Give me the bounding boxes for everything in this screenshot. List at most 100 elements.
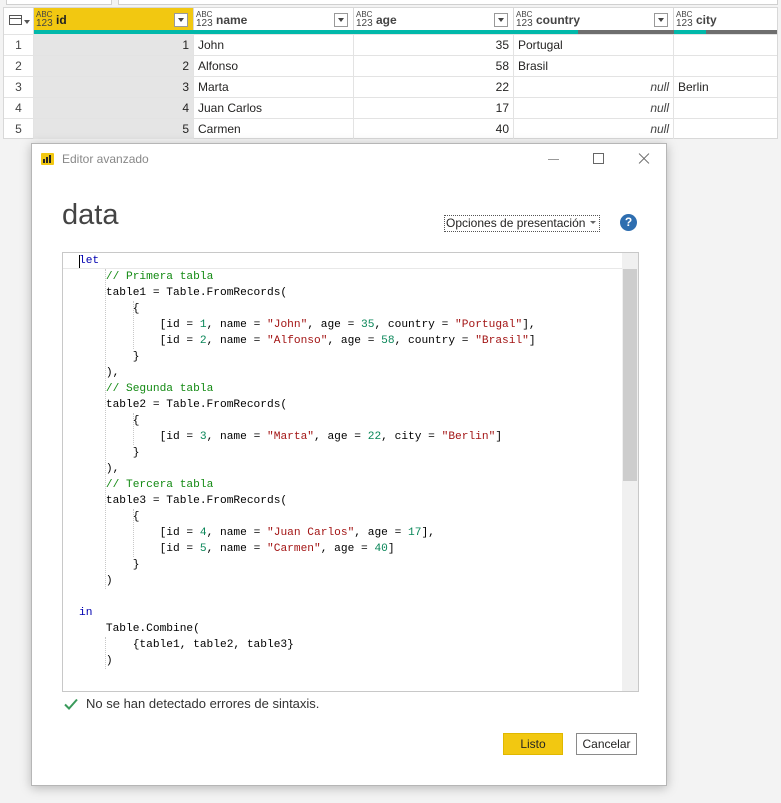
any-type-icon[interactable]: ABC 123 <box>676 11 694 29</box>
dialog-title: Editor avanzado <box>62 152 149 166</box>
code-line: } <box>79 447 140 459</box>
code-line: ) <box>79 575 113 587</box>
column-header-age[interactable]: ABC 123 age <box>354 8 514 34</box>
any-type-icon[interactable]: ABC 123 <box>356 11 374 29</box>
code-line: // Segunda tabla <box>105 383 214 395</box>
column-header-label: name <box>216 13 248 27</box>
table-icon <box>9 15 22 25</box>
any-type-icon[interactable]: ABC 123 <box>516 11 534 29</box>
code-editor[interactable]: let // Primera tabla table1 = Table.From… <box>62 252 639 692</box>
done-button[interactable]: Listo <box>503 733 563 755</box>
cell-country[interactable]: null <box>514 98 674 118</box>
row-number: 2 <box>4 56 34 76</box>
column-filter-button[interactable] <box>654 13 668 27</box>
cell-city[interactable]: Berlin <box>674 77 777 97</box>
code-line: } <box>79 559 140 571</box>
row-number: 5 <box>4 119 34 139</box>
column-header-label: age <box>376 13 397 27</box>
cell-city[interactable] <box>674 56 777 76</box>
column-header-city[interactable]: ABC 123 city <box>674 8 777 34</box>
scrollbar-thumb[interactable] <box>623 269 637 481</box>
minimize-button[interactable] <box>544 150 564 168</box>
column-header-label: city <box>696 13 717 27</box>
power-bi-logo-icon <box>41 153 54 165</box>
column-header-country[interactable]: ABC 123 country <box>514 8 674 34</box>
row-number: 4 <box>4 98 34 118</box>
maximize-button[interactable] <box>588 150 608 168</box>
cell-id[interactable]: 2 <box>34 56 194 76</box>
vertical-scrollbar[interactable] <box>622 253 638 691</box>
cell-country[interactable]: Brasil <box>514 56 674 76</box>
row-number: 1 <box>4 35 34 55</box>
cell-id[interactable]: 1 <box>34 35 194 55</box>
code-line: {table1, table2, table3} <box>79 639 294 651</box>
cell-name[interactable]: Juan Carlos <box>194 98 354 118</box>
check-icon <box>64 698 78 710</box>
cell-country[interactable]: null <box>514 77 674 97</box>
cell-name[interactable]: Marta <box>194 77 354 97</box>
help-icon[interactable]: ? <box>620 214 637 231</box>
code-line: table1 = Table.FromRecords( <box>79 287 288 299</box>
code-line: [id = 4, name = "Juan Carlos", age = 17]… <box>79 527 435 539</box>
display-options-label: Opciones de presentación <box>446 216 586 230</box>
any-type-icon[interactable]: ABC 123 <box>196 11 214 29</box>
cell-age[interactable]: 22 <box>354 77 514 97</box>
dialog-titlebar[interactable]: Editor avanzado <box>32 144 666 174</box>
code-line: ), <box>79 463 120 475</box>
code-line: Table.Combine( <box>79 623 200 635</box>
cell-country[interactable]: Portugal <box>514 35 674 55</box>
column-filter-button[interactable] <box>174 13 188 27</box>
close-button[interactable] <box>634 150 654 168</box>
cell-age[interactable]: 35 <box>354 35 514 55</box>
code-line: table2 = Table.FromRecords( <box>79 399 288 411</box>
query-name-box[interactable] <box>6 0 112 5</box>
code-line: // Tercera tabla <box>105 479 214 491</box>
current-line-highlight <box>63 253 622 269</box>
code-line: let <box>79 255 100 267</box>
status-text: No se han detectado errores de sintaxis. <box>86 696 320 711</box>
display-options-dropdown[interactable]: Opciones de presentación <box>444 215 601 232</box>
code-line: ) <box>79 655 113 667</box>
chevron-down-icon <box>590 221 597 224</box>
table-row[interactable]: 1 1 John 35 Portugal <box>4 34 777 55</box>
column-filter-button[interactable] <box>494 13 508 27</box>
code-line: [id = 5, name = "Carmen", age = 40] <box>79 543 395 555</box>
column-header-label: id <box>56 13 67 27</box>
cell-age[interactable]: 58 <box>354 56 514 76</box>
formula-bar[interactable] <box>118 0 778 5</box>
table-row[interactable]: 5 5 Carmen 40 null <box>4 118 777 139</box>
any-type-icon[interactable]: ABC 123 <box>36 11 54 29</box>
cell-city[interactable] <box>674 35 777 55</box>
cell-city[interactable] <box>674 119 777 139</box>
chevron-down-icon <box>24 20 30 24</box>
code-area[interactable]: let // Primera tabla table1 = Table.From… <box>63 253 622 691</box>
code-line: { <box>79 511 140 523</box>
code-line: { <box>79 303 140 315</box>
table-row[interactable]: 2 2 Alfonso 58 Brasil <box>4 55 777 76</box>
code-line: [id = 3, name = "Marta", age = 22, city … <box>79 431 503 443</box>
code-line: // Primera tabla <box>105 271 214 283</box>
cell-age[interactable]: 17 <box>354 98 514 118</box>
cancel-button[interactable]: Cancelar <box>576 733 637 755</box>
cell-name[interactable]: Carmen <box>194 119 354 139</box>
table-row[interactable]: 3 3 Marta 22 null Berlin <box>4 76 777 97</box>
cell-id[interactable]: 4 <box>34 98 194 118</box>
advanced-editor-dialog: Editor avanzado data Opciones de present… <box>31 143 667 786</box>
row-number: 3 <box>4 77 34 97</box>
cell-name[interactable]: John <box>194 35 354 55</box>
table-row[interactable]: 4 4 Juan Carlos 17 null <box>4 97 777 118</box>
code-line: ), <box>79 367 120 379</box>
code-line: in <box>79 607 93 619</box>
cell-name[interactable]: Alfonso <box>194 56 354 76</box>
data-preview-grid: ABC 123 id ABC 123 name ABC 123 age ABC 123 … <box>3 7 778 139</box>
cell-id[interactable]: 5 <box>34 119 194 139</box>
cell-country[interactable]: null <box>514 119 674 139</box>
table-menu-button[interactable] <box>4 8 34 34</box>
column-header-id[interactable]: ABC 123 id <box>34 8 194 34</box>
cell-age[interactable]: 40 <box>354 119 514 139</box>
column-header-name[interactable]: ABC 123 name <box>194 8 354 34</box>
code-line: { <box>79 415 140 427</box>
cell-id[interactable]: 3 <box>34 77 194 97</box>
cell-city[interactable] <box>674 98 777 118</box>
column-filter-button[interactable] <box>334 13 348 27</box>
